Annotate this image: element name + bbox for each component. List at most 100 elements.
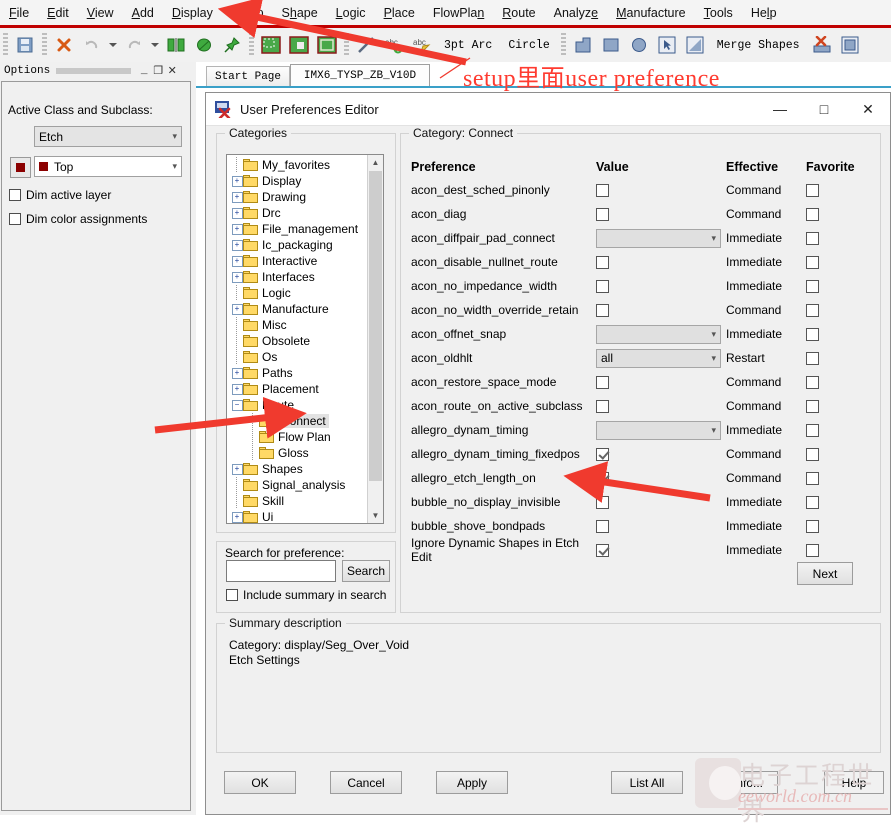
tree-node-manufacture[interactable]: + Manufacture [227,301,367,317]
tree-toggle-plus-icon[interactable]: + [231,221,243,237]
list-all-button[interactable]: List All [611,771,683,794]
tree-node-flow-plan[interactable]: Flow Plan [227,429,367,445]
mirror-icon[interactable] [163,32,189,58]
dialog-maximize-button[interactable]: □ [802,93,846,125]
ok-button[interactable]: OK [224,771,296,794]
subclass-dropdown[interactable]: Top ▾ [34,156,182,177]
favorite-checkbox[interactable] [806,543,819,557]
favorite-checkbox[interactable] [806,447,819,461]
menu-item-route[interactable]: Route [493,3,544,23]
tree-toggle-plus-icon[interactable]: + [231,365,243,381]
tree-node-logic[interactable]: Logic [227,285,367,301]
tree-node-skill[interactable]: Skill [227,493,367,509]
leaf-icon[interactable] [191,32,217,58]
search-button[interactable]: Search [342,560,390,582]
options-close-button[interactable]: ✕ [165,64,179,78]
options-drag-handle[interactable] [56,68,132,74]
circle-button[interactable]: Circle [500,39,557,52]
tree-node-gloss[interactable]: Gloss [227,445,367,461]
favorite-checkbox[interactable] [806,183,819,197]
favorite-checkbox[interactable] [806,399,819,413]
class-dropdown[interactable]: Etch ▾ [34,126,182,147]
delete-shape-icon[interactable] [809,32,835,58]
menu-item-manufacture[interactable]: Manufacture [607,3,695,23]
preference-value-dropdown[interactable]: all ▾ [596,348,721,368]
cancel-button[interactable]: Cancel [330,771,402,794]
pin-icon[interactable] [219,32,245,58]
tree-node-misc[interactable]: Misc [227,317,367,333]
favorite-checkbox[interactable] [806,495,819,509]
favorite-checkbox[interactable] [806,231,819,245]
preference-value-checkbox[interactable] [596,519,609,533]
tree-node-route[interactable]: − Route [227,397,367,413]
menu-item-logic[interactable]: Logic [327,3,375,23]
favorite-checkbox[interactable] [806,423,819,437]
shape-add-icon[interactable] [258,32,284,58]
tree-node-ui[interactable]: + Ui [227,509,367,523]
tree-node-paths[interactable]: + Paths [227,365,367,381]
menu-item-add[interactable]: Add [123,3,163,23]
preference-value-checkbox[interactable] [596,447,609,461]
tree-toggle-plus-icon[interactable]: + [231,509,243,523]
save-icon[interactable] [12,32,38,58]
rectangle-icon[interactable] [598,32,624,58]
favorite-checkbox[interactable] [806,303,819,317]
preference-value-checkbox[interactable] [596,495,609,509]
tree-toggle-plus-icon[interactable]: + [231,205,243,221]
delete-icon[interactable] [51,32,77,58]
preference-value-checkbox[interactable] [596,543,609,557]
shape-delete-icon[interactable] [314,32,340,58]
tree-node-obsolete[interactable]: Obsolete [227,333,367,349]
tree-node-display[interactable]: + Display [227,173,367,189]
toolbar-grip-5[interactable] [560,33,566,57]
tree-node-placement[interactable]: + Placement [227,381,367,397]
menu-item-edit[interactable]: Edit [38,3,78,23]
toolbar-grip-4[interactable] [344,33,349,57]
favorite-checkbox[interactable] [806,207,819,221]
dim-color-assignments-checkbox[interactable]: Dim color assignments [9,212,147,226]
redo-dropdown-icon[interactable] [149,32,161,58]
menu-item-view[interactable]: View [78,3,123,23]
preference-value-checkbox[interactable] [596,303,609,317]
menu-item-place[interactable]: Place [375,3,424,23]
preference-value-checkbox[interactable] [596,183,609,197]
tree-toggle-plus-icon[interactable]: + [231,237,243,253]
tree-node-drawing[interactable]: + Drawing [227,189,367,205]
merge-shapes-button[interactable]: Merge Shapes [709,39,808,52]
text-edit-icon[interactable]: abc [409,32,435,58]
preference-value-checkbox[interactable] [596,207,609,221]
preference-value-checkbox[interactable] [596,399,609,413]
dim-active-layer-checkbox[interactable]: Dim active layer [9,188,111,202]
dialog-close-button[interactable]: ✕ [846,93,890,125]
preference-value-checkbox[interactable] [596,255,609,269]
tree-node-interfaces[interactable]: + Interfaces [227,269,367,285]
line-icon[interactable] [353,32,379,58]
undo-icon[interactable] [79,32,105,58]
options-minimize-button[interactable]: _ [137,65,151,77]
menu-item-tools[interactable]: Tools [695,3,742,23]
menu-item-help[interactable]: Help [742,3,786,23]
window-icon[interactable] [837,32,863,58]
tree-node-my-favorites[interactable]: My_favorites [227,157,367,173]
tree-toggle-plus-icon[interactable]: + [231,461,243,477]
tree-scrollbar[interactable]: ▲ ▼ [367,155,383,523]
tree-toggle-plus-icon[interactable]: + [231,381,243,397]
select-icon[interactable] [654,32,680,58]
favorite-checkbox[interactable] [806,327,819,341]
favorite-checkbox[interactable] [806,279,819,293]
tree-node-ic-packaging[interactable]: + Ic_packaging [227,237,367,253]
favorite-checkbox[interactable] [806,351,819,365]
include-summary-checkbox[interactable]: Include summary in search [226,588,386,602]
menu-item-file[interactable]: File [0,3,38,23]
toolbar-grip[interactable] [3,33,8,57]
preference-value-checkbox[interactable] [596,279,609,293]
menu-item-display[interactable]: Display [163,3,222,23]
tree-node-os[interactable]: Os [227,349,367,365]
tree-toggle-minus-icon[interactable]: − [231,397,243,413]
preference-value-dropdown[interactable]: ▾ [596,420,721,440]
undo-dropdown-icon[interactable] [107,32,119,58]
tree-toggle-plus-icon[interactable]: + [231,301,243,317]
scroll-thumb[interactable] [369,171,382,481]
tree-node-connect[interactable]: Connect [227,413,367,429]
menu-item-setup[interactable]: Setup [222,3,273,23]
